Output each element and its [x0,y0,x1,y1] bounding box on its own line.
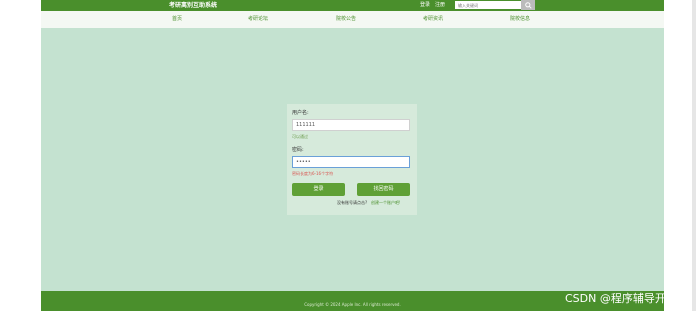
top-links: 登录 注册 [420,0,450,11]
main-nav: 首页 考研论坛 院校公告 考研资讯 院校信息 [41,11,664,28]
nav-item-forum[interactable]: 考研论坛 [248,11,268,28]
nav-item-home[interactable]: 首页 [172,11,182,28]
search-icon [524,1,532,9]
username-hint: 可以通过 [292,134,308,139]
register-link[interactable]: 注册 [435,2,445,8]
password-label: 密码: [292,147,304,153]
nav-item-school-info[interactable]: 院校信息 [510,11,530,28]
no-account-text: 没有账号请点击? [337,200,368,205]
page-container: 考研离别互助系统 登录注册 首页 考研论坛 院校公告 考研资讯 院校信息 用户名… [41,0,664,311]
top-bar: 考研离别互助系统 登录 注册 [41,0,664,11]
login-link[interactable]: 登录 [420,2,430,8]
nav-item-news[interactable]: 考研资讯 [423,11,443,28]
watermark: CSDN @程序辅导开发 [565,292,677,305]
login-panel: 用户名: 可以通过 密码: 密码长度为6-16个字符 登录 找回密码 没有账号请… [287,104,417,215]
nav-item-announcements[interactable]: 院校公告 [336,11,356,28]
retrieve-password-button[interactable]: 找回密码 [357,183,410,196]
password-error: 密码长度为6-16个字符 [292,171,334,176]
password-input[interactable] [292,156,410,168]
username-input[interactable] [292,119,410,131]
site-title: 考研离别互助系统 [169,2,218,9]
search-input[interactable] [455,1,521,9]
window-edge [692,0,696,311]
create-account-link[interactable]: 创建一个账户吧! [371,200,401,206]
username-label: 用户名: [292,110,309,116]
search-button[interactable] [521,0,535,10]
login-button[interactable]: 登录 [292,183,345,196]
